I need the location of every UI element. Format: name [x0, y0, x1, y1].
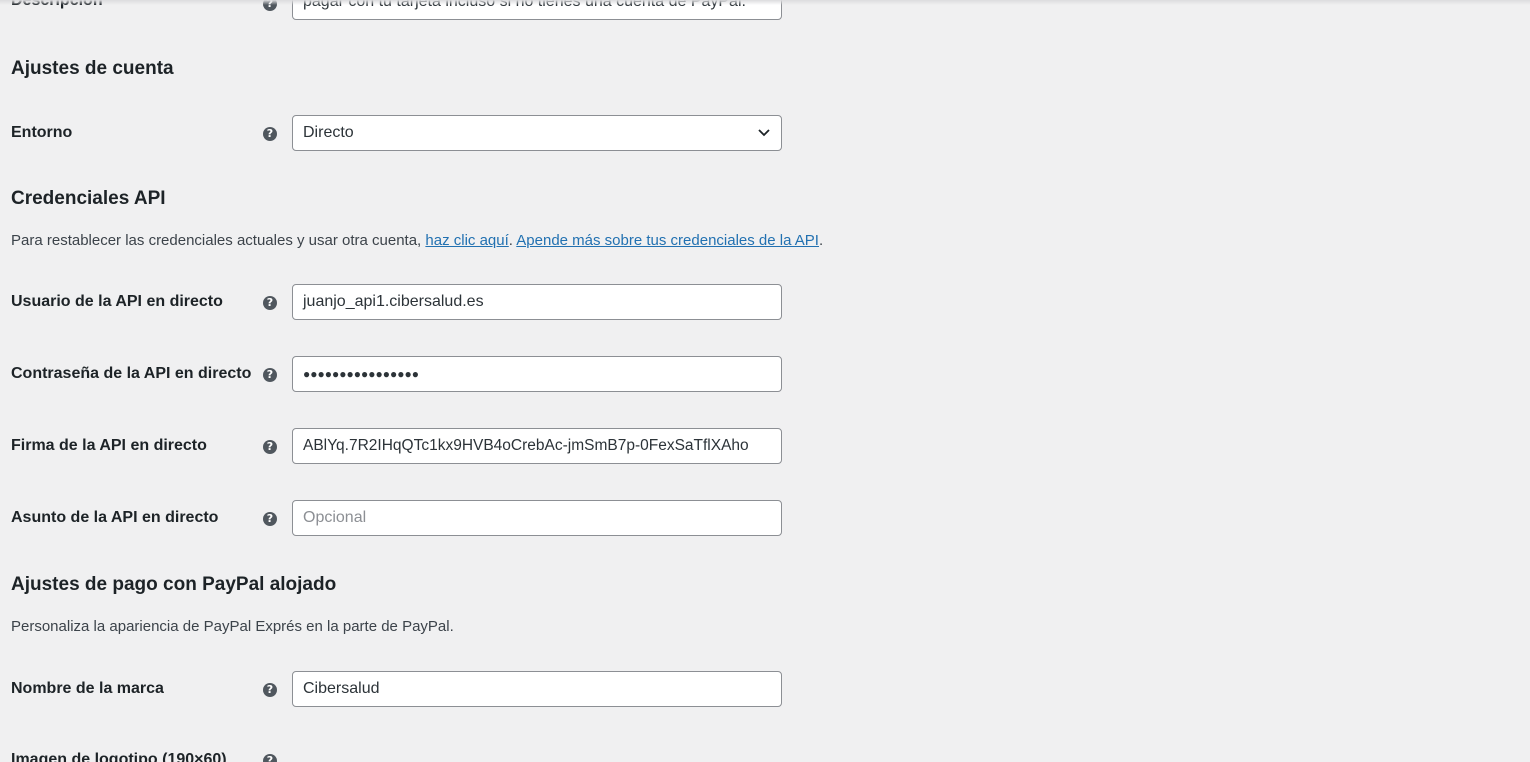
help-icon[interactable]: ?	[263, 368, 277, 382]
firma-api-label: Firma de la API en directo	[11, 437, 207, 454]
entorno-selected-value: Directo	[303, 124, 354, 141]
learn-credentials-link[interactable]: Apende más sobre tus credenciales de la …	[516, 232, 819, 249]
credenciales-description: Para restablecer las credenciales actual…	[11, 232, 823, 249]
firma-api-input[interactable]: ABlYq.7R2IHqQTc1kx9HVB4oCrebAc-jmSmB7p-0…	[292, 428, 782, 464]
section-title-ajustes-cuenta: Ajustes de cuenta	[11, 58, 174, 79]
help-icon[interactable]: ?	[263, 683, 277, 697]
asunto-api-label: Asunto de la API en directo	[11, 509, 219, 526]
help-icon[interactable]: ?	[263, 440, 277, 454]
nombre-marca-label: Nombre de la marca	[11, 680, 164, 697]
section-title-credenciales: Credenciales API	[11, 188, 166, 209]
asunto-api-input[interactable]: Opcional	[292, 500, 782, 536]
contrasena-api-label: Contraseña de la API en directo	[11, 365, 252, 382]
usuario-api-label: Usuario de la API en directo	[11, 293, 223, 310]
settings-page: Descripción ? pagar con tu tarjeta inclu…	[0, 0, 1530, 762]
usuario-api-input[interactable]: juanjo_api1.cibersalud.es	[292, 284, 782, 320]
help-icon[interactable]: ?	[263, 127, 277, 141]
credenciales-description-suffix: .	[818, 232, 824, 249]
logotipo-label: Imagen de logotipo (190×60)	[11, 751, 227, 762]
paypal-alojado-description: Personaliza la apariencia de PayPal Expr…	[11, 618, 454, 635]
help-icon[interactable]: ?	[263, 296, 277, 310]
entorno-label: Entorno	[11, 124, 73, 141]
section-title-paypal-alojado: Ajustes de pago con PayPal alojado	[11, 574, 337, 595]
credenciales-description-prefix: Para restablecer las credenciales actual…	[11, 232, 426, 249]
chevron-down-icon	[758, 129, 770, 137]
help-icon[interactable]: ?	[263, 512, 277, 526]
admin-bar-shadow	[0, 0, 1530, 5]
reset-credentials-link[interactable]: haz clic aquí	[425, 232, 508, 249]
entorno-select[interactable]: Directo	[292, 115, 782, 151]
contrasena-api-input[interactable]: ●●●●●●●●●●●●●●●●	[292, 356, 782, 392]
help-icon[interactable]: ?	[263, 754, 277, 762]
nombre-marca-input[interactable]: Cibersalud	[292, 671, 782, 707]
